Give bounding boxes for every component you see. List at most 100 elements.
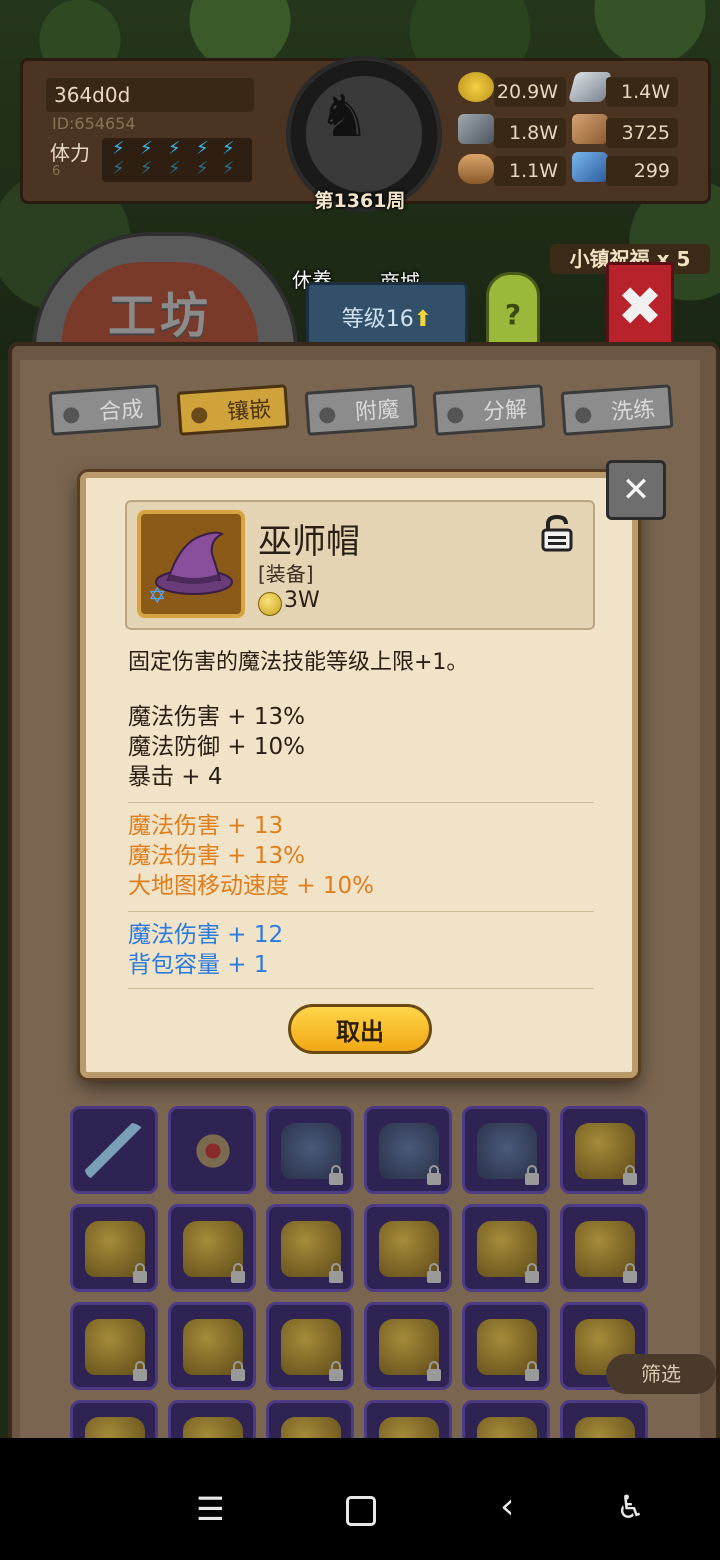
close-workshop-button[interactable]: ✖ (606, 262, 674, 348)
resource-ore: 1.8W (494, 118, 566, 148)
tab-gem-icon (190, 406, 208, 424)
stamina-bolt-icon: ⚡ (196, 138, 209, 159)
tab-label: 附魔 (354, 397, 400, 426)
resource-gold: 20.9W (494, 77, 566, 107)
inventory-slot[interactable] (462, 1302, 550, 1390)
star-rank-icon: ✡ (148, 584, 167, 609)
level-up-arrow-icon: ⬆ (413, 307, 433, 332)
resource-iron: 1.4W (606, 77, 678, 107)
amulet-icon (183, 1123, 243, 1179)
accessibility-icon[interactable]: ♿ (616, 1488, 645, 1526)
tab-synthesize[interactable]: 合成 (48, 384, 162, 436)
workshop-level-tab[interactable]: 等级16⬆ (306, 282, 468, 348)
lock-icon (525, 1361, 539, 1381)
item-name: 巫师帽 (258, 522, 360, 562)
inventory-slot[interactable] (168, 1106, 256, 1194)
menu-icon[interactable]: ☰ (196, 1490, 225, 1528)
tab-gem-icon (446, 406, 464, 424)
resource-crystal: 299 (606, 156, 678, 186)
inventory-slot[interactable] (168, 1302, 256, 1390)
resource-wood: 1.1W (494, 156, 566, 186)
week-counter: 第1361周 (314, 190, 406, 212)
tab-refine[interactable]: 洗练 (560, 384, 674, 436)
lock-icon (329, 1361, 343, 1381)
inventory-slot[interactable] (266, 1204, 354, 1292)
take-out-button[interactable]: 取出 (288, 1004, 432, 1054)
item-price: 3W (284, 588, 320, 613)
lock-icon (329, 1263, 343, 1283)
tab-label: 镶嵌 (226, 397, 272, 426)
item-type: [装备] (258, 562, 314, 586)
inventory-slot[interactable] (560, 1204, 648, 1292)
stamina-bolt-icon: ⚡ (222, 138, 235, 159)
lock-icon (525, 1165, 539, 1185)
tab-label: 洗练 (610, 397, 656, 426)
inventory-slot[interactable] (70, 1204, 158, 1292)
lock-icon (525, 1263, 539, 1283)
inventory-slot[interactable] (70, 1106, 158, 1194)
stat-divider (128, 802, 594, 803)
tab-enchant[interactable]: 附魔 (304, 384, 418, 436)
lock-icon (623, 1165, 637, 1185)
tab-decompose[interactable]: 分解 (432, 384, 546, 436)
ore-icon (458, 114, 494, 144)
inventory-slot[interactable] (364, 1106, 452, 1194)
inventory-slot[interactable] (266, 1302, 354, 1390)
coin-icon (258, 592, 282, 616)
bonus-stat: 大地图移动速度 + 10% (128, 873, 375, 899)
level-label: 等级16 (341, 307, 414, 332)
stamina-label: 体力 (50, 141, 90, 165)
lock-icon (427, 1263, 441, 1283)
stat-divider (128, 988, 594, 989)
stamina-bolt-empty-icon: ⚡ (196, 158, 209, 179)
gold-coin-icon (458, 72, 494, 102)
tab-label: 合成 (98, 397, 144, 426)
stamina-bolt-empty-icon: ⚡ (168, 158, 181, 179)
inventory-slot[interactable] (462, 1204, 550, 1292)
resource-leather: 3725 (606, 118, 678, 148)
stat-divider (128, 911, 594, 912)
tab-gem-icon (62, 406, 80, 424)
help-button[interactable]: ? (486, 272, 540, 348)
sword-icon (85, 1123, 145, 1179)
inventory-slot[interactable] (364, 1302, 452, 1390)
lock-icon (623, 1263, 637, 1283)
base-stat: 魔法防御 + 10% (128, 734, 306, 760)
lock-icon (231, 1361, 245, 1381)
close-modal-button[interactable]: ✕ (606, 460, 666, 520)
gem-stat: 背包容量 + 1 (128, 952, 269, 978)
bonus-stat: 魔法伤害 + 13 (128, 813, 284, 839)
inventory-slot[interactable] (70, 1302, 158, 1390)
stamina-bolt-empty-icon: ⚡ (112, 158, 125, 179)
stamina-bolt-icon: ⚡ (112, 138, 125, 159)
player-name: 364d0d (46, 78, 254, 112)
inventory-slot[interactable] (560, 1106, 648, 1194)
back-icon[interactable]: ‹ (500, 1486, 514, 1527)
inventory-slot[interactable] (462, 1106, 550, 1194)
base-stat: 暴击 + 4 (128, 764, 223, 790)
inventory-slot[interactable] (168, 1204, 256, 1292)
leather-icon (572, 114, 608, 144)
player-id: ID:654654 (52, 114, 136, 133)
lock-icon (329, 1165, 343, 1185)
stamina-bolt-empty-icon: ⚡ (140, 158, 153, 179)
tab-label: 分解 (482, 397, 528, 426)
crow-emblem-icon: ♞ (318, 82, 370, 150)
stamina-value: 6 (52, 164, 61, 179)
inventory-slot[interactable] (364, 1204, 452, 1292)
filter-button[interactable]: 筛选 (606, 1354, 716, 1394)
home-icon[interactable] (346, 1496, 376, 1526)
lock-icon (427, 1361, 441, 1381)
stamina-bolt-empty-icon: ⚡ (222, 158, 235, 179)
unlock-icon[interactable] (540, 514, 574, 552)
base-stat: 魔法伤害 + 13% (128, 704, 306, 730)
inventory-slot[interactable] (266, 1106, 354, 1194)
wood-log-icon (458, 154, 494, 184)
stamina-bolt-icon: ⚡ (168, 138, 181, 159)
crystal-icon (572, 152, 608, 182)
item-description: 固定伤害的魔法技能等级上限+1。 (128, 650, 469, 675)
tab-gem-icon (574, 406, 592, 424)
tab-inlay[interactable]: 镶嵌 (176, 384, 290, 436)
tab-gem-icon (318, 406, 336, 424)
gem-stat: 魔法伤害 + 12 (128, 922, 284, 948)
